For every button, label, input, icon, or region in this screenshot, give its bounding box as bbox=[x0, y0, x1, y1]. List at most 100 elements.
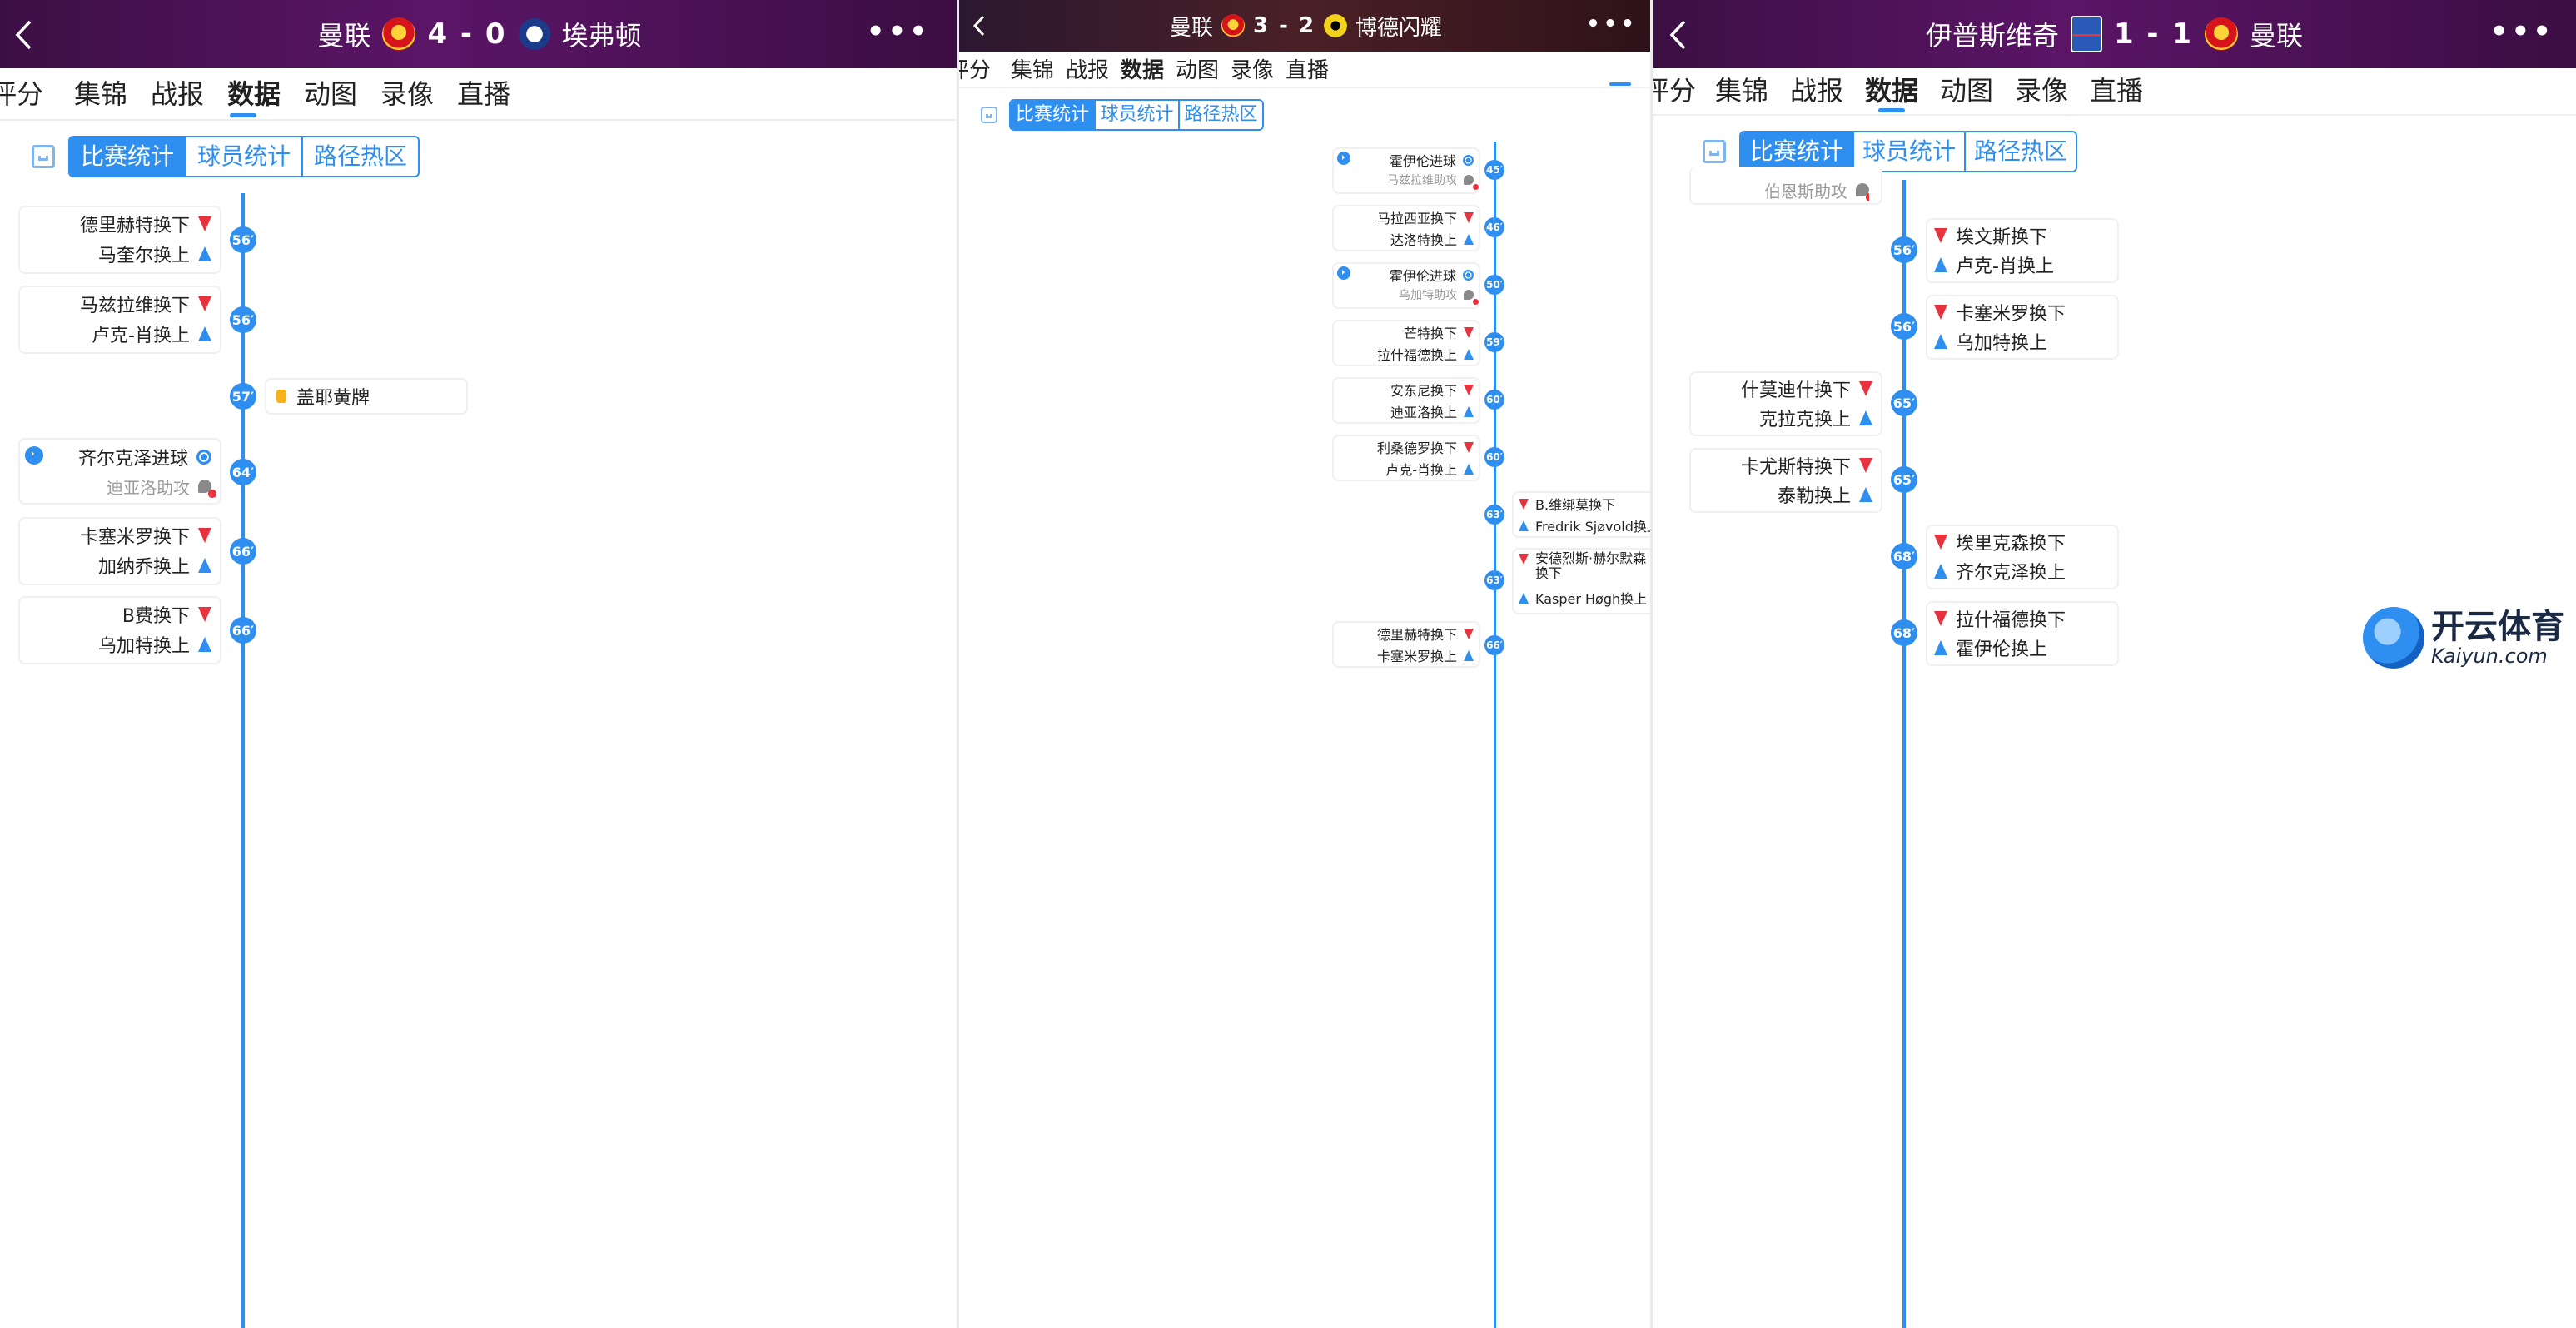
segment-heatmap[interactable]: 路径热区 bbox=[1964, 132, 2076, 171]
tab-live[interactable]: 直播 bbox=[1284, 53, 1330, 84]
minute-badge: 68′ bbox=[1891, 619, 1917, 646]
tab-replay[interactable]: 录像 bbox=[378, 73, 436, 112]
timeline-line bbox=[1902, 180, 1906, 1328]
play-video-icon[interactable] bbox=[1337, 266, 1350, 280]
tab-live[interactable]: 直播 bbox=[455, 73, 513, 112]
segmented-control: 比赛统计 球员统计 路径热区 bbox=[1009, 99, 1264, 131]
tab-report[interactable]: 战报 bbox=[1064, 53, 1111, 84]
sub-off-line: 芒特换下 bbox=[1339, 322, 1474, 342]
layout-icon[interactable] bbox=[32, 145, 55, 168]
more-button[interactable]: ••• bbox=[867, 15, 931, 48]
minute-badge: 50′ bbox=[1484, 275, 1504, 295]
sub-off-icon bbox=[1934, 305, 1947, 320]
sub-off-line: 什莫迪什换下 bbox=[1698, 376, 1872, 402]
minute-badge: 63′ bbox=[1484, 570, 1504, 590]
tab-data[interactable]: 数据 bbox=[225, 73, 283, 112]
yellow-card-icon bbox=[276, 390, 286, 403]
play-video-icon[interactable] bbox=[1337, 152, 1350, 165]
sub-on-line: 卢克-肖换上 bbox=[1339, 459, 1474, 479]
sub-off-icon bbox=[1464, 326, 1474, 338]
tab-report[interactable]: 战报 bbox=[148, 73, 206, 112]
tab-highlights[interactable]: 集锦 bbox=[1009, 53, 1056, 84]
football-icon bbox=[1463, 269, 1474, 281]
segment-player-stats[interactable]: 球员统计 bbox=[185, 137, 301, 176]
scoreline: 曼联 4 - 0 埃弗顿 bbox=[0, 0, 959, 68]
tab-data[interactable]: 数据 bbox=[1119, 53, 1166, 84]
player-off-name: 卡塞米罗换下 bbox=[79, 527, 190, 548]
more-dots-icon: ••• bbox=[1586, 12, 1638, 37]
sub-on-line: 乌加特换上 bbox=[25, 631, 211, 658]
sub-on-icon bbox=[1464, 649, 1474, 661]
tab-replay[interactable]: 录像 bbox=[2012, 70, 2071, 108]
player-off-name: 安德烈斯·赫尔默森换下 bbox=[1535, 550, 1647, 581]
sub-on-line: 拉什福德换上 bbox=[1339, 344, 1474, 364]
match-panel-3: 伊普斯维奇 1 - 1 曼联 ••• 评分 集锦 战报 数据 动图 录像 直播 … bbox=[1653, 0, 2576, 1328]
tab-rating[interactable]: 评分 bbox=[0, 73, 43, 112]
player-off-name: 马拉西亚换下 bbox=[1376, 211, 1457, 226]
player-on-name: 克拉克换上 bbox=[1758, 410, 1851, 430]
tab-live[interactable]: 直播 bbox=[2087, 70, 2146, 108]
sub-off-line: 安德烈斯·赫尔默森换下 bbox=[1519, 551, 1653, 584]
sub-off-line: B费换下 bbox=[25, 601, 211, 628]
sub-on-icon bbox=[1934, 564, 1947, 579]
minute-badge: 59′ bbox=[1484, 332, 1504, 352]
more-button[interactable]: ••• bbox=[2490, 15, 2554, 48]
tab-replay[interactable]: 录像 bbox=[1229, 53, 1276, 84]
sub-on-line: Fredrik Sjøvold换上 bbox=[1519, 515, 1653, 535]
player-on-name: 泰勒换上 bbox=[1777, 486, 1851, 507]
home-team-name: 曼联 bbox=[1169, 15, 1213, 41]
tab-gifs[interactable]: 动图 bbox=[1937, 70, 1996, 108]
player-off-name: 德里赫特换下 bbox=[79, 216, 190, 236]
minute-badge: 64′ bbox=[230, 459, 256, 485]
player-on-name: 卢克-肖换上 bbox=[1385, 462, 1457, 478]
tab-rating[interactable]: 评分 bbox=[959, 53, 991, 84]
sub-on-line: 卢克-肖换上 bbox=[25, 321, 211, 347]
sub-off-icon bbox=[1464, 211, 1474, 223]
more-button[interactable]: ••• bbox=[1586, 12, 1638, 37]
minute-badge: 63′ bbox=[1484, 505, 1504, 525]
segment-match-stats[interactable]: 比赛统计 bbox=[1741, 132, 1852, 171]
tab-rating[interactable]: 评分 bbox=[1653, 70, 1696, 108]
player-on-name: 卢克-肖换上 bbox=[1956, 256, 2054, 277]
layout-icon[interactable] bbox=[981, 107, 997, 123]
layout-icon[interactable] bbox=[1703, 140, 1726, 163]
sub-off-line: 马拉西亚换下 bbox=[1339, 207, 1474, 227]
sub-off-icon bbox=[198, 216, 211, 231]
tab-highlights[interactable]: 集锦 bbox=[1713, 70, 1771, 108]
segment-heatmap[interactable]: 路径热区 bbox=[1178, 101, 1262, 129]
play-video-icon[interactable] bbox=[25, 446, 43, 465]
player-off-name: 拉什福德换下 bbox=[1956, 610, 2066, 631]
assist-line: 伯恩斯助攻 bbox=[1703, 178, 1869, 201]
away-team-crest bbox=[518, 18, 550, 50]
segment-match-stats[interactable]: 比赛统计 bbox=[1011, 101, 1094, 129]
segment-match-stats[interactable]: 比赛统计 bbox=[70, 137, 185, 176]
goal-scorer: 霍伊伦进球 bbox=[1389, 153, 1456, 169]
tab-gifs[interactable]: 动图 bbox=[301, 73, 360, 112]
tab-highlights[interactable]: 集锦 bbox=[72, 73, 130, 112]
sub-on-icon bbox=[198, 637, 211, 652]
tab-report[interactable]: 战报 bbox=[1788, 70, 1846, 108]
sub-off-icon bbox=[1464, 441, 1474, 453]
minute-badge: 66′ bbox=[230, 538, 256, 565]
tab-data[interactable]: 数据 bbox=[1862, 70, 1921, 108]
sub-off-line: 马兹拉维换下 bbox=[25, 291, 211, 317]
active-tab-indicator bbox=[1878, 108, 1905, 112]
player-on-name: 卡塞米罗换上 bbox=[1376, 649, 1457, 664]
sub-off-line: B.维绑莫换下 bbox=[1519, 494, 1653, 514]
segment-heatmap[interactable]: 路径热区 bbox=[301, 137, 418, 176]
assist-boot-icon bbox=[1464, 290, 1479, 305]
sub-on-icon bbox=[1859, 487, 1872, 502]
more-dots-icon: ••• bbox=[866, 15, 931, 48]
assist-boot-icon bbox=[1464, 175, 1479, 190]
minute-badge: 57′ bbox=[230, 383, 256, 410]
segment-player-stats[interactable]: 球员统计 bbox=[1094, 101, 1178, 129]
segment-player-stats[interactable]: 球员统计 bbox=[1852, 132, 1964, 171]
minute-badge: 65′ bbox=[1891, 466, 1917, 493]
minute-badge: 65′ bbox=[1891, 390, 1917, 416]
match-header: 曼联 4 - 0 埃弗顿 ••• bbox=[0, 0, 959, 68]
player-off-name: 埃里克森换下 bbox=[1956, 534, 2066, 555]
assist-line: 迪亚洛助攻 bbox=[50, 473, 216, 500]
player-off-name: 芒特换下 bbox=[1403, 326, 1457, 341]
tab-gifs[interactable]: 动图 bbox=[1174, 53, 1221, 84]
sub-on-line: 泰勒换上 bbox=[1698, 481, 1872, 508]
